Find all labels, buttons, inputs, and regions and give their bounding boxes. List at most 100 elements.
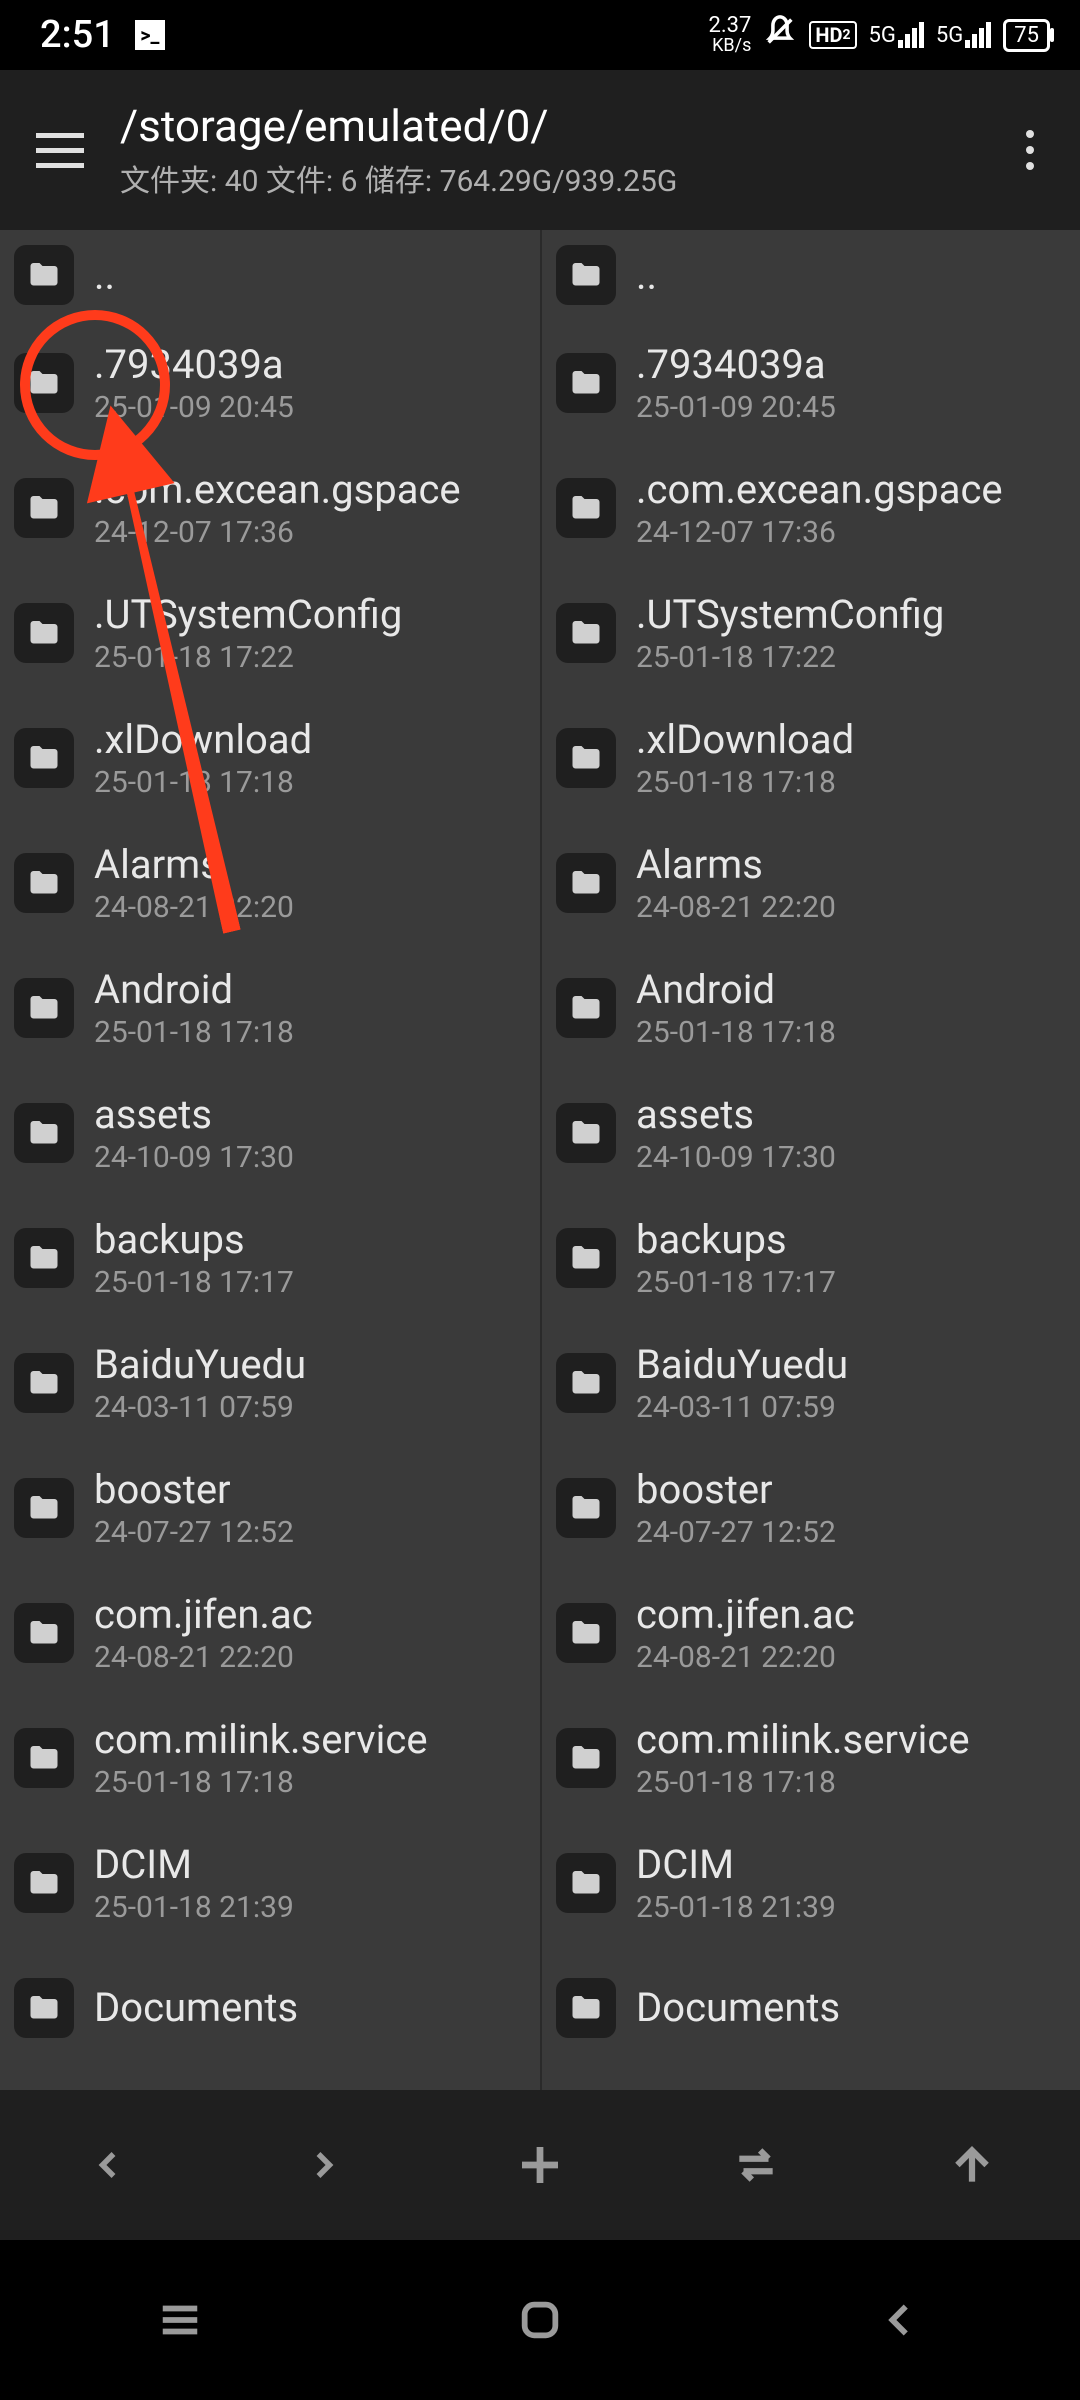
file-name: .UTSystemConfig: [636, 591, 944, 638]
battery-indicator: 75: [1003, 19, 1050, 52]
folder-icon: [556, 1228, 616, 1288]
file-row[interactable]: backups25-01-18 17:17: [0, 1195, 540, 1320]
file-name: Documents: [636, 1984, 840, 2031]
file-name: .7934039a: [636, 341, 836, 388]
file-date: 24-10-09 17:30: [636, 1140, 836, 1175]
nav-back-button[interactable]: [68, 2125, 148, 2205]
folder-icon: [14, 1853, 74, 1913]
signal-1: 5G: [869, 22, 924, 48]
file-name: .xlDownload: [94, 716, 312, 763]
file-date: 25-01-18 17:18: [94, 765, 312, 800]
file-date: 24-08-21 22:20: [94, 1640, 313, 1675]
file-row[interactable]: BaiduYuedu24-03-11 07:59: [542, 1320, 1080, 1445]
file-name: .com.excean.gspace: [636, 466, 1003, 513]
folder-icon: [556, 1603, 616, 1663]
file-date: 24-12-07 17:36: [636, 515, 1003, 550]
file-date: 24-08-21 22:20: [636, 890, 836, 925]
file-row[interactable]: BaiduYuedu24-03-11 07:59: [0, 1320, 540, 1445]
left-pane[interactable]: ...7934039a25-01-09 20:45.com.excean.gsp…: [0, 230, 540, 2090]
folder-icon: [14, 1728, 74, 1788]
file-name: .7934039a: [94, 341, 294, 388]
folder-icon: [14, 1978, 74, 2038]
folder-stats: 文件夹: 40 文件: 6 储存: 764.29G/939.25G: [120, 156, 1000, 200]
more-button[interactable]: [1000, 110, 1060, 190]
folder-icon: [14, 245, 74, 305]
folder-icon: [14, 1603, 74, 1663]
home-button[interactable]: [490, 2270, 590, 2370]
file-row[interactable]: Alarms24-08-21 22:20: [0, 820, 540, 945]
file-row[interactable]: Documents: [0, 1945, 540, 2070]
file-row[interactable]: assets24-10-09 17:30: [542, 1070, 1080, 1195]
file-row[interactable]: com.jifen.ac24-08-21 22:20: [542, 1570, 1080, 1695]
file-row[interactable]: assets24-10-09 17:30: [0, 1070, 540, 1195]
file-name: assets: [636, 1091, 836, 1138]
file-row[interactable]: com.milink.service25-01-18 17:18: [0, 1695, 540, 1820]
file-date: 24-08-21 22:20: [94, 890, 294, 925]
file-panes: ...7934039a25-01-09 20:45.com.excean.gsp…: [0, 230, 1080, 2090]
file-row[interactable]: DCIM25-01-18 21:39: [542, 1820, 1080, 1945]
file-row[interactable]: com.milink.service25-01-18 17:18: [542, 1695, 1080, 1820]
status-time: 2:51: [40, 13, 115, 57]
file-date: 25-01-18 21:39: [636, 1890, 836, 1925]
file-name: com.jifen.ac: [94, 1591, 313, 1638]
back-button[interactable]: [850, 2270, 950, 2370]
mute-icon: [763, 14, 797, 56]
file-date: 25-01-18 17:22: [94, 640, 402, 675]
file-date: 25-01-18 17:18: [636, 1765, 970, 1800]
file-row[interactable]: .UTSystemConfig25-01-18 17:22: [542, 570, 1080, 695]
file-row[interactable]: .com.excean.gspace24-12-07 17:36: [542, 445, 1080, 570]
file-date: 24-12-07 17:36: [94, 515, 461, 550]
file-name: booster: [94, 1466, 294, 1513]
current-path[interactable]: /storage/emulated/0/: [120, 100, 1000, 152]
file-row[interactable]: .xlDownload25-01-18 17:18: [0, 695, 540, 820]
signal-2: 5G: [936, 22, 991, 48]
file-row[interactable]: .com.excean.gspace24-12-07 17:36: [0, 445, 540, 570]
file-row[interactable]: DCIM25-01-18 21:39: [0, 1820, 540, 1945]
file-row[interactable]: .xlDownload25-01-18 17:18: [542, 695, 1080, 820]
swap-button[interactable]: [716, 2125, 796, 2205]
add-button[interactable]: [500, 2125, 580, 2205]
file-row[interactable]: ..: [0, 230, 540, 320]
status-bar: 2:51 >_ 2.37 KB/s HD2 5G 5G 75: [0, 0, 1080, 70]
file-name: DCIM: [94, 1841, 294, 1888]
nav-forward-button[interactable]: [284, 2125, 364, 2205]
file-row[interactable]: Android25-01-18 17:18: [542, 945, 1080, 1070]
file-row[interactable]: .7934039a25-01-09 20:45: [542, 320, 1080, 445]
file-date: 24-10-09 17:30: [94, 1140, 294, 1175]
file-row[interactable]: booster24-07-27 12:52: [542, 1445, 1080, 1570]
folder-icon: [556, 1103, 616, 1163]
right-pane[interactable]: ...7934039a25-01-09 20:45.com.excean.gsp…: [540, 230, 1080, 2090]
folder-icon: [556, 603, 616, 663]
folder-icon: [14, 978, 74, 1038]
file-name: assets: [94, 1091, 294, 1138]
file-name: Alarms: [636, 841, 836, 888]
file-row[interactable]: ..: [542, 230, 1080, 320]
file-name: backups: [94, 1216, 294, 1263]
file-name: com.milink.service: [94, 1716, 428, 1763]
file-date: 25-01-18 17:18: [94, 1015, 294, 1050]
file-row[interactable]: com.jifen.ac24-08-21 22:20: [0, 1570, 540, 1695]
file-row[interactable]: Alarms24-08-21 22:20: [542, 820, 1080, 945]
menu-button[interactable]: [20, 110, 100, 190]
action-bar: [0, 2090, 1080, 2240]
folder-icon: [14, 853, 74, 913]
system-nav-bar: [0, 2240, 1080, 2400]
file-name: DCIM: [636, 1841, 836, 1888]
file-row[interactable]: .UTSystemConfig25-01-18 17:22: [0, 570, 540, 695]
file-row[interactable]: Documents: [542, 1945, 1080, 2070]
file-name: BaiduYuedu: [94, 1341, 306, 1388]
file-row[interactable]: .7934039a25-01-09 20:45: [0, 320, 540, 445]
file-date: 25-01-18 17:22: [636, 640, 944, 675]
file-row[interactable]: backups25-01-18 17:17: [542, 1195, 1080, 1320]
folder-icon: [14, 1478, 74, 1538]
folder-icon: [14, 1353, 74, 1413]
folder-icon: [556, 478, 616, 538]
recents-button[interactable]: [130, 2270, 230, 2370]
file-row[interactable]: Android25-01-18 17:18: [0, 945, 540, 1070]
terminal-icon: >_: [135, 20, 165, 50]
hd-icon: HD2: [809, 21, 856, 49]
file-row[interactable]: booster24-07-27 12:52: [0, 1445, 540, 1570]
folder-icon: [556, 978, 616, 1038]
file-name: backups: [636, 1216, 836, 1263]
up-button[interactable]: [932, 2125, 1012, 2205]
